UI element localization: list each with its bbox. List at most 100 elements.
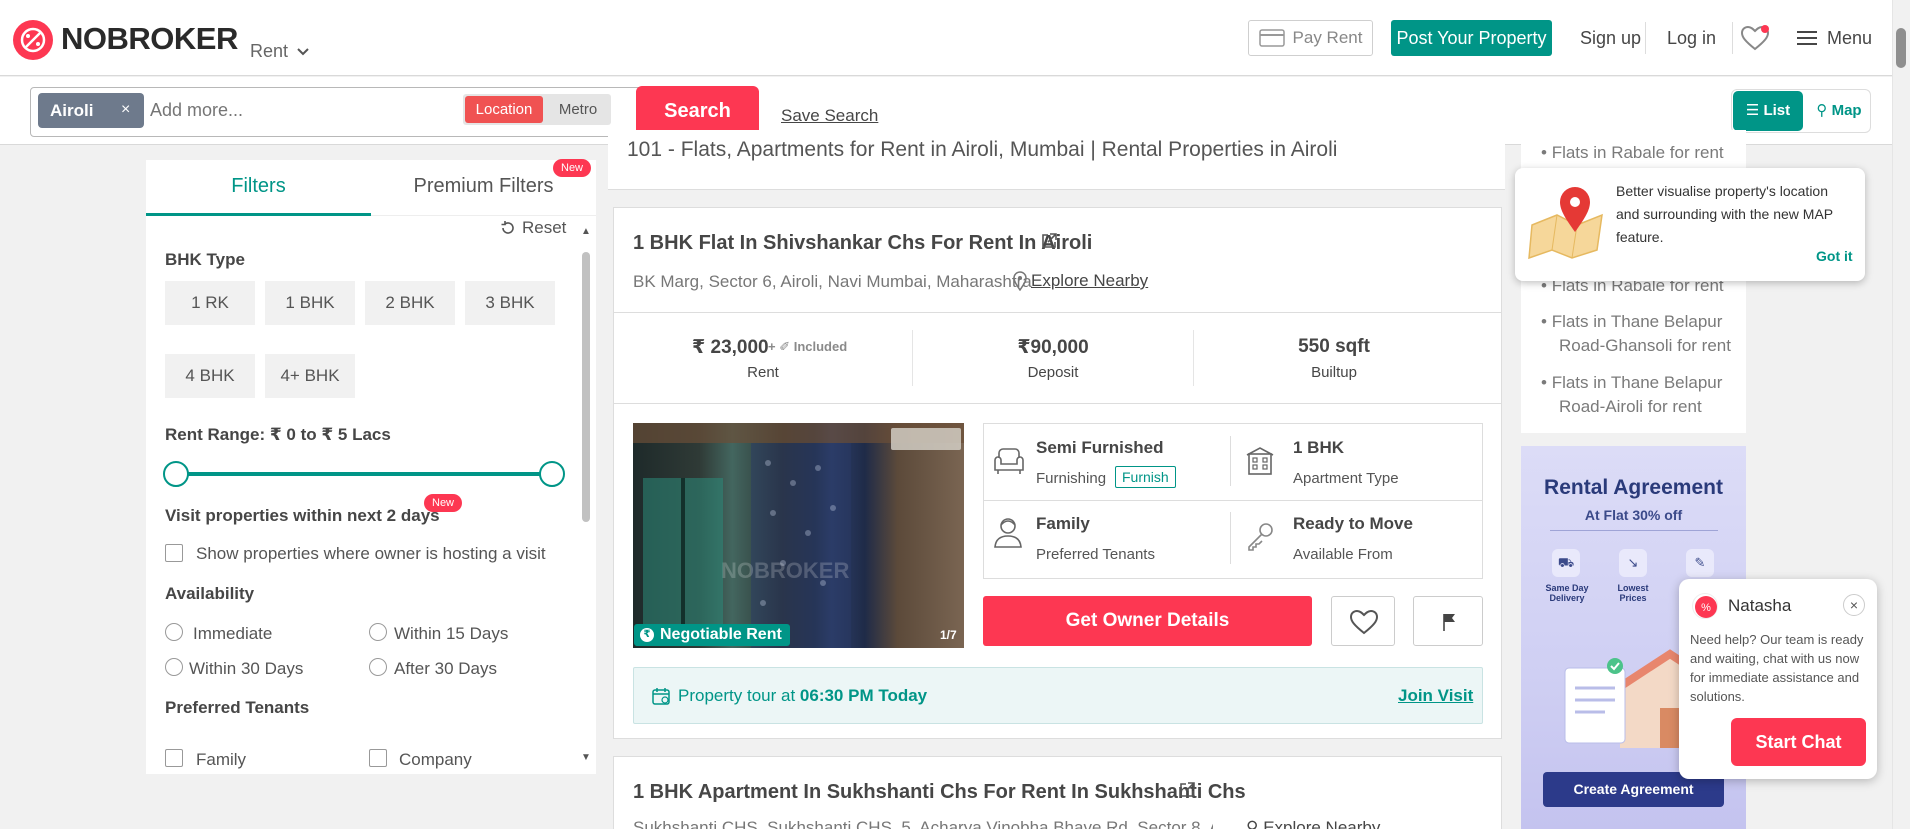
- divider: [984, 500, 1482, 501]
- svg-text:%: %: [1701, 602, 1711, 614]
- availability-radio-15days[interactable]: [369, 623, 387, 641]
- got-it-button[interactable]: Got it: [1816, 248, 1853, 264]
- join-visit-link[interactable]: Join Visit: [1398, 686, 1473, 706]
- availability-radio-after30[interactable]: [369, 658, 387, 676]
- divider: [1230, 512, 1231, 564]
- login-link[interactable]: Log in: [1667, 20, 1716, 56]
- get-owner-details-button[interactable]: Get Owner Details: [983, 596, 1312, 646]
- hamburger-icon: [1797, 31, 1817, 45]
- tenant-checkbox-family[interactable]: [165, 749, 183, 767]
- tour-time: 06:30 PM Today: [799, 686, 928, 705]
- availability-15days-label: Within 15 Days: [394, 624, 509, 643]
- tenant-checkbox-company[interactable]: [369, 749, 387, 767]
- list-item-label: Flats in Thane Belapur Road-Ghansoli for…: [1551, 312, 1731, 355]
- flag-icon: [1443, 614, 1455, 631]
- agreement-subtitle: At Flat 30% off: [1584, 507, 1683, 523]
- chat-agent-name: Natasha: [1728, 596, 1792, 615]
- rent-max-handle[interactable]: [539, 461, 565, 487]
- chat-close-icon[interactable]: ×: [1843, 594, 1865, 616]
- bhk-option-1rk[interactable]: 1 RK: [165, 281, 255, 325]
- toggle-location[interactable]: Location: [465, 96, 543, 123]
- reset-label: Reset: [522, 218, 567, 237]
- menu-button[interactable]: Menu: [1797, 20, 1872, 56]
- availability-title: Availability: [165, 584, 255, 603]
- save-search-link[interactable]: Save Search: [781, 106, 878, 126]
- list-item[interactable]: • Flats in Rabale for rent: [1541, 141, 1724, 165]
- bhk-option-2bhk[interactable]: 2 BHK: [365, 281, 455, 325]
- chat-agent-avatar: %: [1692, 593, 1718, 619]
- card-icon: [1258, 29, 1285, 47]
- bhk-option-4bhk[interactable]: 4 BHK: [165, 354, 255, 398]
- rupee-circle-icon: ₹: [640, 628, 654, 642]
- location-pin-icon: ⚲: [1246, 818, 1259, 829]
- rent-dropdown-label: Rent: [250, 41, 289, 61]
- divider: [1230, 436, 1231, 486]
- rent-label: Rent: [747, 364, 779, 381]
- toggle-metro[interactable]: Metro: [545, 96, 611, 123]
- availability-30days-label: Within 30 Days: [189, 659, 304, 678]
- area-label: Builtup: [1311, 364, 1357, 381]
- menu-label: Menu: [1827, 28, 1873, 48]
- availability-after30-label: After 30 Days: [394, 659, 497, 678]
- list-view-button[interactable]: ☰ List: [1733, 91, 1803, 131]
- visit-checkbox[interactable]: [165, 544, 183, 562]
- availability-radio-30days[interactable]: [165, 658, 183, 676]
- list-item[interactable]: • Flats in Thane Belapur Road-Ghansoli f…: [1541, 310, 1731, 358]
- divider: [1550, 530, 1718, 531]
- chip-close-icon[interactable]: ×: [121, 101, 130, 119]
- post-property-button[interactable]: Post Your Property: [1391, 20, 1552, 56]
- available-from-label: Available From: [1293, 546, 1393, 563]
- shortlist-heart-icon[interactable]: [1739, 22, 1771, 54]
- pay-rent-button[interactable]: Pay Rent: [1248, 20, 1373, 56]
- list-icon: ☰: [1745, 102, 1760, 119]
- page-scrollbar[interactable]: [1892, 0, 1910, 829]
- map-view-label: Map: [1831, 102, 1862, 119]
- nobroker-logo-icon[interactable]: [13, 20, 53, 60]
- search-input[interactable]: [150, 93, 450, 128]
- pay-rent-label: Pay Rent: [1292, 28, 1363, 47]
- sofa-icon: [993, 446, 1025, 481]
- rent-dropdown[interactable]: Rent: [250, 41, 310, 62]
- property-title[interactable]: 1 BHK Flat In Shivshankar Chs For Rent I…: [633, 232, 1092, 255]
- availability-immediate-label: Immediate: [193, 624, 273, 643]
- shortlist-button[interactable]: [1331, 596, 1395, 646]
- bhk-option-1bhk[interactable]: 1 BHK: [265, 281, 355, 325]
- explore-nearby-link[interactable]: Explore Nearby: [1031, 271, 1148, 291]
- external-link-icon[interactable]: [1040, 232, 1058, 255]
- availability-radio-immediate[interactable]: [165, 623, 183, 641]
- list-item-label: Flats in Thane Belapur Road-Airoli for r…: [1551, 373, 1723, 416]
- preferred-tenants-title: Preferred Tenants: [165, 698, 310, 717]
- apartment-type-label: Apartment Type: [1293, 470, 1399, 487]
- filters-scrollbar[interactable]: [582, 252, 590, 522]
- signature-icon: ✎: [1686, 549, 1714, 577]
- property-photo[interactable]: NOBROKER: [633, 423, 964, 648]
- scroll-up-icon[interactable]: ▲: [581, 226, 591, 237]
- tab-filters[interactable]: Filters: [146, 160, 371, 216]
- scroll-down-icon[interactable]: ▼: [581, 752, 591, 763]
- signup-link[interactable]: Sign up: [1580, 20, 1641, 56]
- page-scrollbar-thumb[interactable]: [1896, 28, 1906, 68]
- explore-nearby-link[interactable]: ⚲ Explore Nearby: [1246, 818, 1380, 829]
- map-view-button[interactable]: ⚲ Map: [1809, 91, 1869, 131]
- map-pin-icon: ⚲: [1816, 102, 1828, 119]
- tenant-company-label: Company: [399, 750, 472, 769]
- tenant-family-label: Family: [196, 750, 247, 769]
- rent-min-handle[interactable]: [163, 461, 189, 487]
- logo-text[interactable]: NOBROKER: [61, 20, 238, 58]
- feature-lowest-prices: Lowest Prices: [1617, 583, 1649, 603]
- external-link-icon[interactable]: [1178, 781, 1196, 804]
- bhk-option-3bhk[interactable]: 3 BHK: [465, 281, 555, 325]
- divider: [1645, 22, 1646, 54]
- rent-range-slider[interactable]: [176, 472, 552, 476]
- reset-button[interactable]: Reset: [500, 218, 566, 238]
- search-button[interactable]: Search: [636, 86, 759, 136]
- start-chat-button[interactable]: Start Chat: [1731, 718, 1866, 766]
- divider: [614, 312, 1501, 313]
- list-item[interactable]: • Flats in Thane Belapur Road-Airoli for…: [1541, 371, 1731, 419]
- property-title[interactable]: 1 BHK Apartment In Sukhshanti Chs For Re…: [633, 781, 1246, 804]
- divider: [614, 403, 1501, 404]
- report-button[interactable]: [1413, 596, 1483, 646]
- bhk-option-4plus-bhk[interactable]: 4+ BHK: [265, 354, 355, 398]
- agreement-title: Rental Agreement: [1544, 476, 1723, 499]
- furnish-tag[interactable]: Furnish: [1115, 466, 1176, 488]
